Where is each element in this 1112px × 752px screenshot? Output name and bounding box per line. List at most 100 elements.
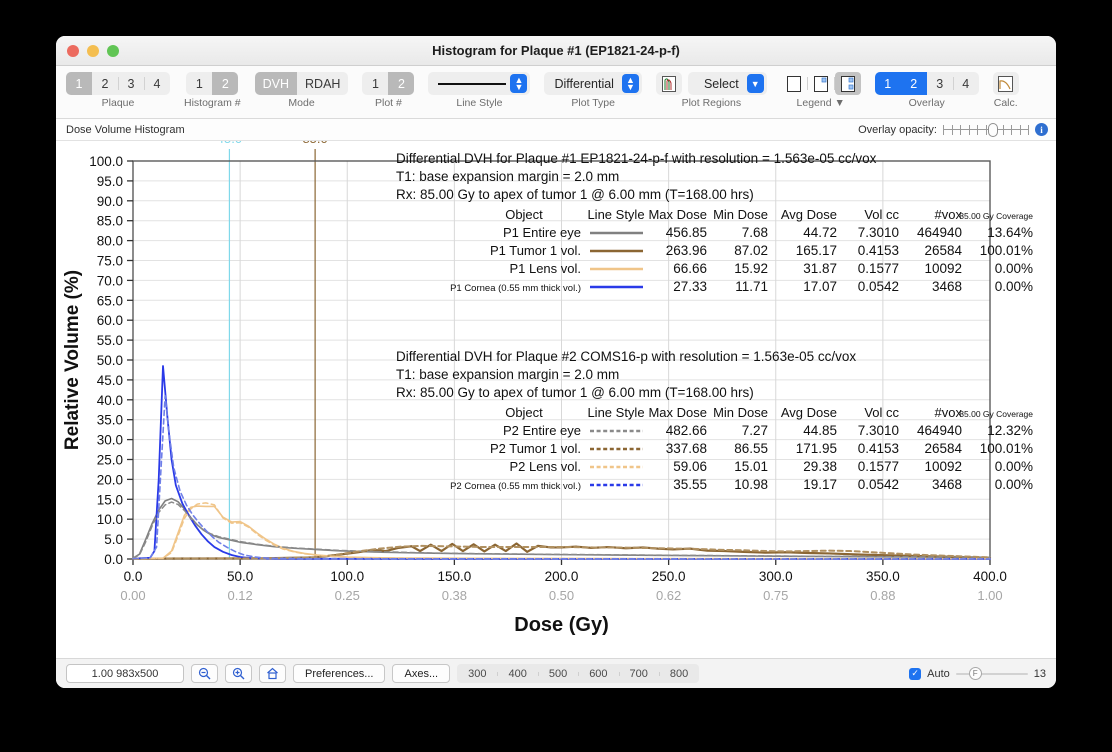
legend-row-max: 59.06: [673, 459, 707, 474]
plot-option-2[interactable]: 2: [388, 72, 414, 95]
legend-option-double[interactable]: [835, 72, 861, 95]
toolbar-group-plottype: Differential ▲▼ Plot Type: [544, 72, 642, 109]
chevron-updown-icon[interactable]: ▲▼: [510, 74, 527, 93]
line-style-caption: Line Style: [456, 98, 502, 109]
y-tick-label: 50.0: [97, 353, 123, 368]
plot-regions-popup[interactable]: Select ▼: [688, 72, 767, 95]
plaque-option-2[interactable]: 2: [92, 72, 118, 95]
legend-row-max: 482.66: [666, 423, 707, 438]
legend-option-single[interactable]: [808, 72, 834, 95]
size-segmented-control[interactable]: 300 400 500 600 700 800: [457, 664, 699, 683]
legend-row-object: P2 Entire eye: [503, 423, 581, 438]
zoom-field[interactable]: 1.00 983x500: [66, 664, 184, 683]
legend-row-vol: 0.0542: [858, 477, 899, 492]
legend-row-vol: 0.1577: [858, 459, 899, 474]
histogram-segmented-control[interactable]: 1 2: [186, 72, 238, 95]
size-option-300[interactable]: 300: [457, 668, 497, 680]
legend-row-vox: 3468: [932, 279, 962, 294]
plot-area[interactable]: 45.085.00.05.010.015.020.025.030.035.040…: [56, 141, 1056, 658]
y-tick-label: 40.0: [97, 393, 123, 408]
line-style-popup[interactable]: ▲▼: [428, 72, 530, 95]
size-option-600[interactable]: 600: [578, 668, 618, 680]
mode-option-dvh[interactable]: DVH: [255, 72, 297, 95]
size-option-700[interactable]: 700: [619, 668, 659, 680]
size-option-400[interactable]: 400: [497, 668, 537, 680]
overlay-segmented-control[interactable]: 1 2 3 4: [875, 72, 979, 95]
plot-regions-caption: Plot Regions: [682, 98, 742, 109]
legend-headline: Differential DVH for Plaque #1 EP1821-24…: [396, 151, 877, 166]
legend-col-header: Line Style: [587, 405, 644, 420]
mode-segmented-control[interactable]: DVH RDAH: [255, 72, 349, 95]
legend-option-none[interactable]: [781, 72, 807, 95]
overlay-option-1[interactable]: 1: [875, 72, 901, 95]
plaque-option-3[interactable]: 3: [118, 72, 144, 95]
legend-headline: T1: base expansion margin = 2.0 mm: [396, 169, 619, 184]
chevron-updown-icon[interactable]: ▲▼: [622, 74, 639, 93]
minimize-button[interactable]: [87, 45, 99, 57]
plot-type-popup[interactable]: Differential ▲▼: [544, 72, 642, 95]
chevron-down-icon[interactable]: ▼: [747, 74, 764, 93]
legend-row-vox: 464940: [917, 423, 962, 438]
calc-curve-icon[interactable]: [993, 72, 1019, 95]
legend-caption[interactable]: Legend ▼: [797, 98, 845, 109]
size-option-500[interactable]: 500: [538, 668, 578, 680]
zoom-in-icon[interactable]: [225, 664, 252, 683]
legend-row-max: 35.55: [673, 477, 707, 492]
legend-row-coverage: 0.00%: [995, 477, 1033, 492]
legend-row-max: 66.66: [673, 261, 707, 276]
histogram-option-2[interactable]: 2: [212, 72, 238, 95]
legend-row-vol: 0.4153: [858, 441, 899, 456]
f-slider-track: [956, 673, 1028, 675]
axes-button[interactable]: Axes...: [392, 664, 450, 683]
plaque-option-1[interactable]: 1: [66, 72, 92, 95]
x-tick-label: 50.0: [227, 569, 253, 584]
slider-thumb[interactable]: [988, 123, 998, 137]
legend-row-avg: 171.95: [796, 441, 837, 456]
home-icon[interactable]: [259, 664, 286, 683]
marker-label-85.0: 85.0: [302, 141, 327, 146]
overlay-option-2[interactable]: 2: [901, 72, 927, 95]
dvh-chart[interactable]: 45.085.00.05.010.015.020.025.030.035.040…: [56, 141, 1056, 657]
x-tick-label-secondary: 0.25: [335, 588, 360, 603]
legend-row-avg: 165.17: [796, 243, 837, 258]
f-slider[interactable]: F: [956, 667, 1028, 681]
legend-row-vox: 3468: [932, 477, 962, 492]
f-slider-thumb[interactable]: F: [969, 667, 982, 680]
size-option-800[interactable]: 800: [659, 668, 699, 680]
mode-caption: Mode: [288, 98, 314, 109]
plot-option-1[interactable]: 1: [362, 72, 388, 95]
close-button[interactable]: [67, 45, 79, 57]
overlay-opacity-slider[interactable]: [943, 123, 1029, 137]
toolbar-group-histogram: 1 2 Histogram #: [184, 72, 241, 109]
legend-row-vol: 0.1577: [858, 261, 899, 276]
plaque-option-4[interactable]: 4: [144, 72, 170, 95]
legend-row-min: 7.68: [742, 225, 768, 240]
legend-row-coverage: 13.64%: [987, 225, 1033, 240]
legend-col-header: Avg Dose: [781, 405, 837, 420]
plaque-segmented-control[interactable]: 1 2 3 4: [66, 72, 170, 95]
plot-region-icon[interactable]: [656, 72, 682, 95]
plot-segmented-control[interactable]: 1 2: [362, 72, 414, 95]
plot-type-value: Differential: [554, 77, 614, 91]
overlay-option-4[interactable]: 4: [953, 72, 979, 95]
overlay-option-3[interactable]: 3: [927, 72, 953, 95]
preferences-button[interactable]: Preferences...: [293, 664, 385, 683]
x-tick-label-secondary: 0.88: [870, 588, 895, 603]
maximize-button[interactable]: [107, 45, 119, 57]
legend-segmented-control[interactable]: [781, 72, 861, 95]
zoom-out-icon[interactable]: [191, 664, 218, 683]
legend-row-vol: 7.3010: [858, 423, 899, 438]
auto-checkbox[interactable]: ✓: [909, 668, 921, 680]
mode-option-rdah[interactable]: RDAH: [297, 72, 348, 95]
info-icon[interactable]: i: [1035, 123, 1048, 136]
legend-row-vol: 0.0542: [858, 279, 899, 294]
legend-row-coverage: 100.01%: [980, 243, 1033, 258]
histogram-option-1[interactable]: 1: [186, 72, 212, 95]
legend-row-avg: 31.87: [803, 261, 837, 276]
plot-type-caption: Plot Type: [571, 98, 615, 109]
legend-col-header: Vol cc: [864, 207, 899, 222]
subheader-label: Dose Volume Histogram: [66, 124, 185, 136]
legend-row-avg: 17.07: [803, 279, 837, 294]
y-tick-label: 30.0: [97, 433, 123, 448]
overlay-opacity-control: Overlay opacity: i: [858, 123, 1048, 137]
